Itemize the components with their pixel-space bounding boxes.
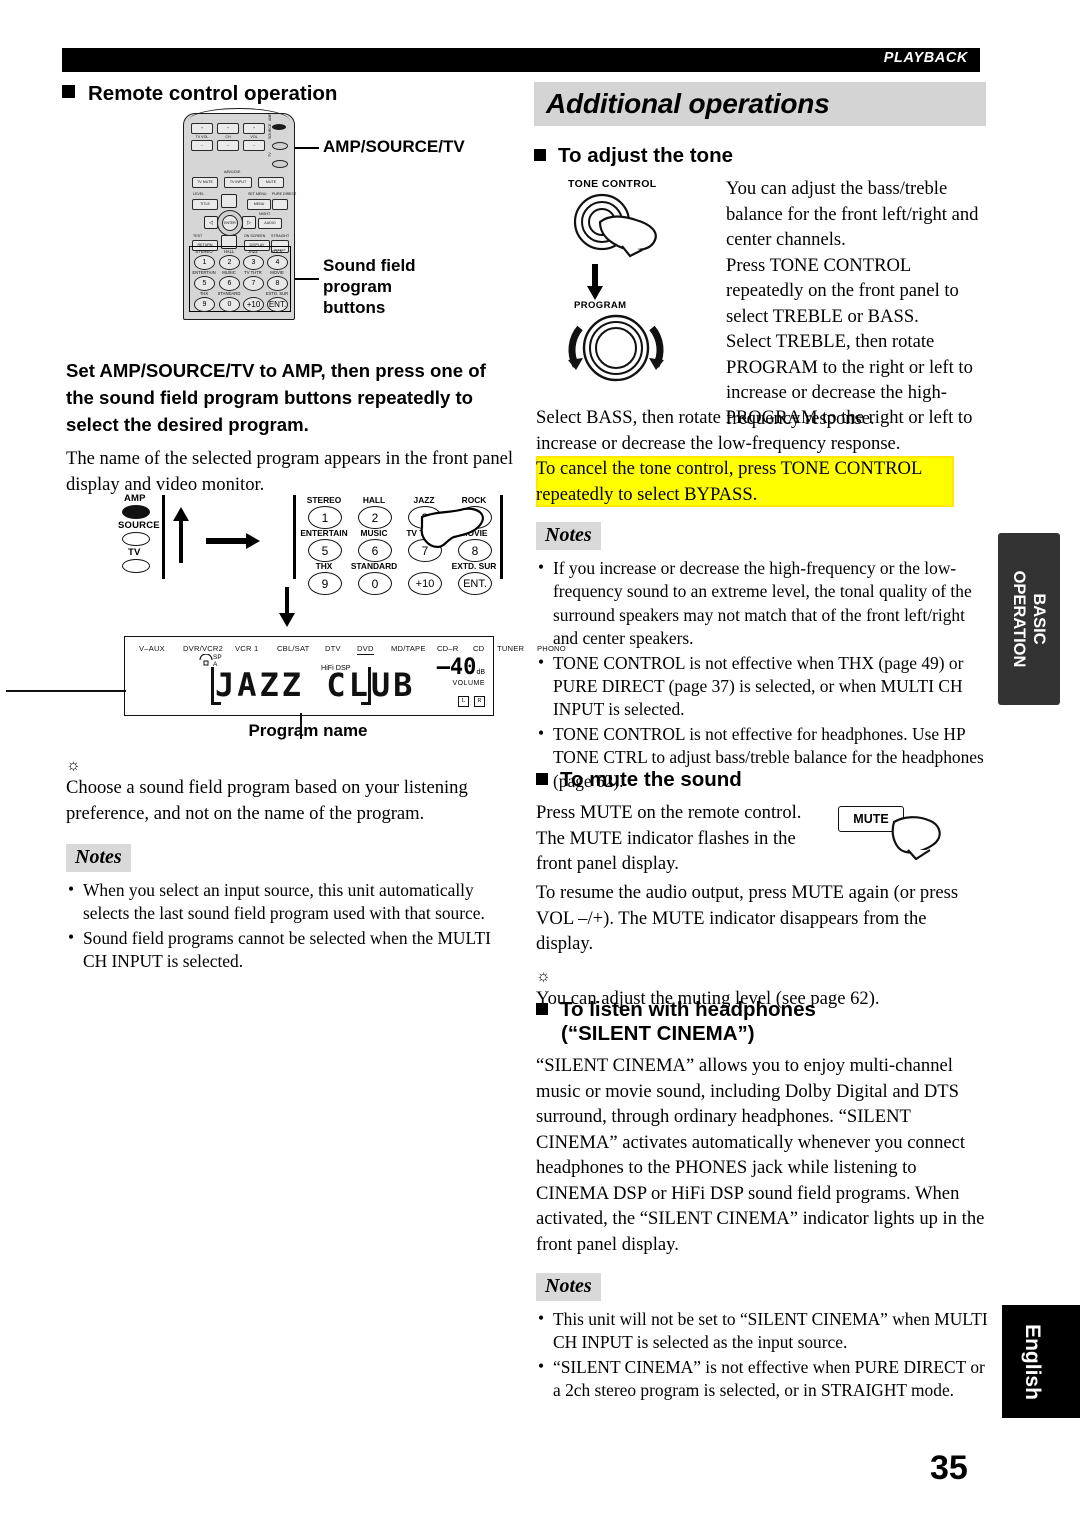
tone-control-illustration: TONE CONTROL PROGRAM — [556, 178, 686, 383]
program-knob-icon — [568, 314, 664, 382]
notes-badge: Notes — [66, 844, 131, 872]
left-heading: Remote control operation — [62, 82, 517, 106]
list-item: Sound field programs cannot be selected … — [66, 926, 518, 974]
section-banner: Additional operations — [534, 82, 986, 126]
bullet-square-icon — [536, 1003, 548, 1015]
side-tab-language: English — [1002, 1305, 1080, 1418]
front-panel-display: V–AUX DVR/VCR2 VCR 1 CBL/SAT DTV DVD MD/… — [124, 636, 566, 716]
notes-badge: Notes — [536, 522, 601, 550]
side-tab-basic-operation: BASIC OPERATION — [998, 533, 1060, 705]
bullet-square-icon — [534, 149, 546, 161]
callout-amp-source-tv: AMP/SOURCE/TV — [323, 137, 465, 156]
antenna-icon — [199, 654, 213, 666]
side-tab-basic-operation-label: BASIC OPERATION — [1010, 570, 1048, 668]
volume-label: VOLUME — [452, 680, 485, 687]
bullet-square-icon — [536, 773, 548, 785]
tone-notes-list: If you increase or decrease the high-fre… — [536, 556, 988, 793]
section-tag: PLAYBACK — [883, 50, 968, 66]
silent-cinema-para: “SILENT CINEMA” allows you to enjoy mult… — [536, 1055, 985, 1255]
leader-line-amp — [295, 147, 319, 149]
step-diagram: AMP SOURCE TV STEREO 1 HALL 2 JAZZ 3 ROC… — [118, 487, 518, 627]
pointing-hand-icon — [891, 816, 941, 860]
leader-line-sfp — [295, 278, 319, 280]
tip-icon: ☼ — [66, 757, 82, 774]
list-item: “SILENT CINEMA” is not effective when PU… — [536, 1355, 988, 1403]
remote-body: + TV VOL – + CH – + VOL – AMP SOURCE TV … — [183, 108, 296, 320]
sound-field-program-buttons-group: STEREO 1 HALL 2 JAZZ 3 ROCK 4 ENTERTAIN … — [189, 246, 291, 312]
silent-cinema-notes-list: This unit will not be set to “SILENT CIN… — [536, 1307, 988, 1403]
left-notes-list: When you select an input source, this un… — [66, 878, 518, 974]
volume-display: –40dB VOLUME LR — [437, 655, 485, 707]
tone-control-knob-icon — [573, 193, 657, 258]
list-item: When you select an input source, this un… — [66, 878, 518, 926]
tone-para-4: Select BASS, then rotate PROGRAM to the … — [536, 407, 973, 454]
callout-line-3: buttons — [323, 298, 386, 317]
list-item: This unit will not be set to “SILENT CIN… — [536, 1307, 988, 1355]
program-name-display: JAZZ CLUB — [215, 666, 416, 704]
bullet-square-icon — [62, 85, 75, 98]
program-knob-label: PROGRAM — [574, 300, 627, 311]
page-number: 35 — [930, 1449, 968, 1487]
silent-cinema-heading: To listen with headphones (“SILENT CINEM… — [536, 998, 988, 1046]
up-arrow-icon — [173, 507, 189, 563]
tone-para-2: Press TONE CONTROL repeatedly on the fro… — [726, 254, 959, 327]
manual-page: PLAYBACK Remote control operation + TV V… — [0, 0, 1080, 1526]
mute-button-illustration: MUTE — [838, 806, 941, 862]
remote-control-illustration: + TV VOL – + CH – + VOL – AMP SOURCE TV … — [123, 108, 513, 328]
mute-para-1: Press MUTE on the remote control. The MU… — [536, 802, 802, 874]
page-header-bar: PLAYBACK — [62, 48, 980, 72]
notes-badge: Notes — [536, 1273, 601, 1301]
tone-heading: To adjust the tone — [534, 144, 986, 168]
tip-icon: ☼ — [536, 967, 552, 985]
program-name-caption: Program name — [248, 721, 368, 740]
instruction-bold: Set AMP/SOURCE/TV to AMP, then press one… — [66, 360, 486, 435]
indicator-r: R — [474, 696, 485, 707]
callout-line-1: Sound field — [323, 256, 416, 275]
side-tab-language-label: English — [1021, 1323, 1044, 1400]
volume-unit: dB — [476, 669, 485, 676]
mute-heading: To mute the sound — [536, 768, 988, 792]
silent-cinema-heading-line2: (“SILENT CINEMA”) — [561, 1022, 755, 1045]
left-column: Remote control operation — [62, 82, 517, 106]
tip-text: Choose a sound field program based on yo… — [66, 777, 468, 824]
tone-para-1: You can adjust the bass/treble balance f… — [726, 178, 979, 250]
volume-value: –40 — [436, 655, 477, 680]
list-item: TONE CONTROL is not effective when THX (… — [536, 651, 988, 722]
mute-para-2: To resume the audio output, press MUTE a… — [536, 882, 959, 954]
pointing-hand-icon — [420, 507, 484, 549]
list-item: If you increase or decrease the high-fre… — [536, 556, 988, 651]
right-arrow-icon — [206, 533, 260, 549]
down-arrow-icon — [279, 587, 295, 627]
indicator-l: L — [458, 696, 469, 707]
down-arrow-icon — [587, 264, 603, 300]
tone-control-label: TONE CONTROL — [568, 178, 657, 190]
highlighted-note: To cancel the tone control, press TONE C… — [536, 456, 954, 507]
callout-sound-field: Sound field program buttons — [323, 255, 416, 318]
callout-line-2: program — [323, 277, 392, 296]
banner-title: Additional operations — [546, 88, 830, 119]
right-column: Additional operations To adjust the tone — [534, 82, 986, 168]
